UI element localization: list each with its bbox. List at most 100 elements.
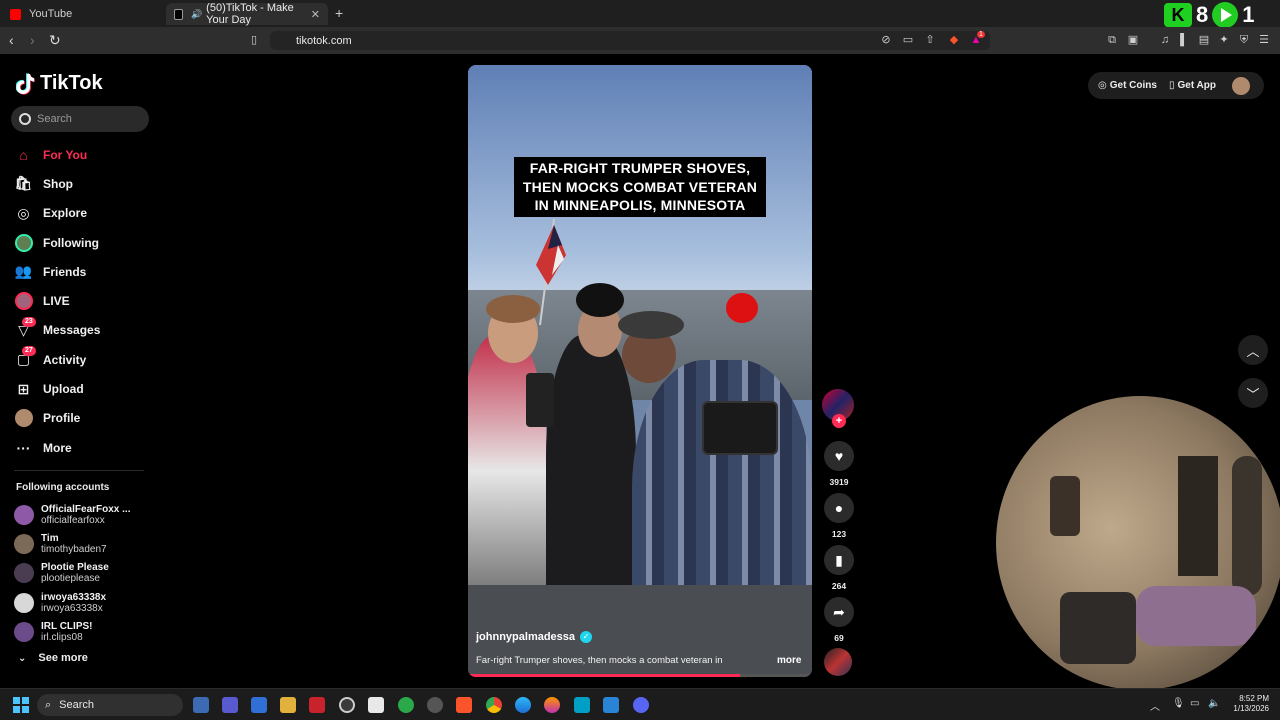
avatar [14, 504, 34, 525]
caption-line: THEN MOCKS COMBAT VETERAN [522, 178, 758, 195]
tab-youtube[interactable]: YouTube [2, 3, 162, 25]
taskbar-search[interactable]: ⌕ Search [37, 694, 183, 716]
discord-icon[interactable] [633, 697, 649, 713]
previous-video-button[interactable]: ︿ [1238, 335, 1268, 365]
app-icon[interactable] [427, 697, 443, 713]
no-cast-icon[interactable]: ⊘ [880, 34, 892, 46]
sidebar-item-activity[interactable]: ▢ 27 Activity [14, 345, 154, 374]
sidebar-item-live[interactable]: LIVE [14, 286, 154, 315]
video-author[interactable]: johnnypalmadessa ✓ [476, 631, 593, 643]
menu-icon[interactable]: ☰ [1258, 34, 1270, 46]
app-icon[interactable] [222, 697, 238, 713]
app-icon[interactable] [193, 697, 209, 713]
search-input[interactable]: Search [11, 106, 149, 132]
back-icon[interactable]: ‹ [9, 32, 14, 48]
share-count: 69 [834, 633, 844, 643]
app-icon[interactable] [251, 697, 267, 713]
following-account[interactable]: IRL CLIPS! irl.clips08 [14, 617, 154, 646]
following-account[interactable]: OfficialFearFoxx ... officialfearfoxx [14, 500, 154, 529]
following-account[interactable]: irwoya63338x irwoya63338x [14, 588, 154, 617]
app-icon[interactable] [398, 697, 414, 713]
comment-count: 123 [831, 529, 847, 539]
sidebar-item-for-you[interactable]: ⌂ For You [14, 140, 154, 169]
beanie [576, 283, 624, 317]
new-tab-button[interactable]: + [335, 5, 343, 21]
compass-icon: ◎ [17, 204, 30, 221]
sidebar-toggle-icon[interactable]: ▌ [1178, 34, 1190, 46]
sidebar-item-more[interactable]: ··· More [14, 433, 154, 462]
app-icon[interactable] [574, 697, 590, 713]
play-logo-icon [1212, 2, 1239, 28]
close-tab-icon[interactable]: ✕ [311, 8, 320, 21]
following-account[interactable]: Plootie Please plootieplease [14, 559, 154, 588]
vpn-icon[interactable]: ⛨ [1238, 34, 1250, 46]
share-action[interactable]: ➦ 69 [822, 597, 856, 643]
like-action[interactable]: ♥ 3919 [822, 441, 856, 487]
sidebar-item-upload[interactable]: ⊞ Upload [14, 374, 154, 403]
video-player[interactable]: FAR-RIGHT TRUMPER SHOVES, THEN MOCKS COM… [468, 65, 812, 677]
tab-tiktok[interactable]: 🔊 (50)TikTok - Make Your Day ✕ [166, 2, 328, 26]
sound-disc-icon[interactable] [824, 648, 852, 676]
home-icon: ⌂ [19, 146, 28, 163]
account-name: irwoya63338x [41, 591, 107, 603]
mic-icon[interactable]: 🎙 [1172, 698, 1185, 709]
brave-icon[interactable] [456, 697, 472, 713]
sidebar-item-shop[interactable]: 🛍 Shop [14, 169, 154, 198]
get-app-button[interactable]: ▯ Get App [1169, 80, 1216, 91]
sidebar-item-label: Shop [43, 176, 73, 191]
firefox-icon[interactable] [544, 697, 560, 713]
extensions-icon[interactable]: ⧉ [1106, 34, 1118, 46]
see-more-button[interactable]: ⌄ See more [18, 652, 88, 664]
forward-icon[interactable]: › [30, 32, 35, 48]
bookmark-icon[interactable]: ▯ [248, 34, 260, 46]
description-more-button[interactable]: more [777, 655, 801, 666]
save-action[interactable]: ▮ 264 [822, 545, 856, 591]
phone-recording [702, 401, 778, 455]
follow-plus-button[interactable]: + [832, 414, 846, 428]
sidebar-item-profile[interactable]: Profile [14, 404, 154, 433]
friends-icon: 👥 [14, 263, 33, 280]
edge-icon[interactable] [515, 697, 531, 713]
following-account[interactable]: Tim timothybaden7 [14, 529, 154, 558]
upload-icon: ⊞ [17, 380, 30, 397]
speaker-icon[interactable]: 🔊 [191, 9, 202, 20]
network-icon[interactable]: ▭ [1190, 698, 1199, 709]
chrome-icon[interactable] [486, 697, 502, 713]
windows-start-icon[interactable] [13, 697, 29, 713]
tab-label: (50)TikTok - Make Your Day [206, 2, 294, 26]
get-coins-button[interactable]: ◎ Get Coins [1098, 80, 1157, 91]
taskbar-clock[interactable]: 8:52 PM 1/13/2026 [1225, 694, 1269, 714]
share-icon[interactable]: ⇧ [924, 34, 936, 46]
sidebar-item-following[interactable]: Following [14, 228, 154, 257]
sidebar-item-friends[interactable]: 👥 Friends [14, 257, 154, 286]
wallet-icon[interactable]: ▤ [1198, 34, 1210, 46]
app-icon[interactable] [309, 697, 325, 713]
phone-left [526, 373, 554, 427]
account-name: IRL CLIPS! [41, 620, 93, 632]
cast-icon[interactable]: ▭ [902, 34, 914, 46]
brave-shield-icon[interactable]: ◆ [948, 34, 960, 46]
clock-time: 8:52 PM [1239, 694, 1269, 703]
file-explorer-icon[interactable] [280, 697, 296, 713]
vscode-icon[interactable] [603, 697, 619, 713]
user-avatar[interactable] [1232, 76, 1250, 95]
reload-icon[interactable]: ↻ [49, 32, 61, 49]
more-icon: ··· [16, 439, 31, 456]
activity-badge: 27 [22, 346, 36, 357]
following-avatar [14, 233, 33, 252]
volume-icon[interactable]: 🔈 [1208, 698, 1220, 709]
reader-icon[interactable]: ▣ [1127, 34, 1139, 46]
music-icon[interactable]: ♫ [1159, 34, 1171, 46]
next-video-button[interactable]: ﹀ [1238, 378, 1268, 408]
leo-ai-icon[interactable]: ✦ [1218, 34, 1230, 46]
app-icon[interactable] [339, 697, 355, 713]
tiktok-logo[interactable]: TikTok [16, 72, 103, 95]
search-placeholder: Search [37, 113, 72, 125]
capcut-icon[interactable] [368, 697, 384, 713]
sidebar-item-explore[interactable]: ◎ Explore [14, 199, 154, 228]
comment-action[interactable]: ● 123 [822, 493, 856, 539]
video-progress-bar[interactable] [468, 674, 812, 677]
tray-chevron-icon[interactable]: ︿ [1150, 698, 1160, 713]
tiktok-note-icon [16, 72, 35, 95]
sidebar-item-messages[interactable]: ▽ 23 Messages [14, 316, 154, 345]
